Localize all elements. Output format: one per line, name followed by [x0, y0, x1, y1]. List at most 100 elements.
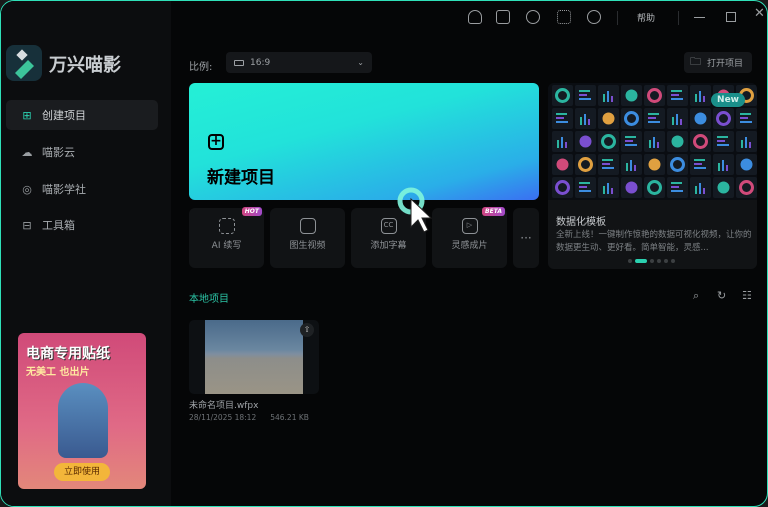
banner-subtitle: 无美工 也出片 — [26, 367, 90, 378]
view-toggle-icon[interactable]: ☷ — [742, 289, 752, 302]
tool-label: 灵感成片 — [451, 241, 488, 251]
template-thumb — [736, 131, 757, 152]
tool-image-to-video[interactable]: 图生视频 — [270, 208, 345, 268]
sidebar-item-create-project[interactable]: ⊞ 创建项目 — [6, 100, 158, 130]
template-thumb — [713, 131, 734, 152]
play-sparkle-icon: ▷ — [461, 218, 478, 234]
aspect-ratio-icon — [234, 59, 244, 66]
sidebar-item-toolbox[interactable]: ⊟ 工具箱 — [6, 210, 158, 240]
sidebar-item-academy[interactable]: ◎ 喵影学社 — [6, 174, 158, 204]
template-thumb — [667, 154, 688, 175]
open-project-button[interactable]: 🗀 打开项目 — [684, 52, 752, 73]
template-thumb — [598, 131, 619, 152]
cloud-upload-icon[interactable]: ⇧ — [300, 323, 314, 337]
template-thumb — [690, 108, 711, 129]
close-button[interactable]: ✕ — [754, 6, 765, 21]
template-description: 全新上线！一键制作惊艳的数据可视化视频，让你的数据更生动、更好看。简单智能，灵感… — [556, 230, 752, 253]
template-thumb — [552, 85, 573, 106]
template-thumb — [736, 154, 757, 175]
template-thumb — [552, 131, 573, 152]
hot-badge: HOT — [241, 207, 262, 216]
sidebar-item-label: 喵影学社 — [42, 183, 86, 196]
project-name[interactable]: 未命名项目.wfpx — [189, 398, 258, 411]
cloud-upload-icon[interactable] — [526, 10, 540, 24]
template-thumb — [713, 108, 734, 129]
new-file-icon: ⊞ — [22, 108, 32, 122]
template-thumb — [598, 154, 619, 175]
project-date: 28/11/2025 18:12 — [189, 413, 257, 422]
template-thumb — [598, 85, 619, 106]
image-icon — [299, 218, 316, 234]
headset-icon[interactable] — [587, 10, 601, 24]
app-name: 万兴喵影 — [49, 55, 121, 76]
refresh-icon[interactable]: ↻ — [717, 289, 726, 302]
carousel-dot[interactable] — [671, 259, 675, 263]
template-thumb — [598, 108, 619, 129]
carousel-dot[interactable] — [650, 259, 654, 263]
help-button[interactable]: 帮助 — [637, 11, 655, 24]
template-thumb — [713, 154, 734, 175]
template-thumb — [690, 131, 711, 152]
banner-illustration — [58, 383, 108, 458]
tool-label: AI 续写 — [211, 241, 242, 251]
tool-ai-continue[interactable]: HOT AI 续写 — [189, 207, 264, 268]
carousel-dot[interactable] — [664, 259, 668, 263]
new-project-card[interactable]: + 新建项目 — [189, 83, 539, 200]
app-window: 万兴喵影 ⊞ 创建项目 ☁ 喵影云 ◎ 喵影学社 ⊟ 工具箱 电商专用贴纸 无美工 也出… — [0, 0, 768, 507]
plus-icon: + — [208, 134, 224, 150]
template-thumb — [552, 108, 573, 129]
new-badge: New — [711, 93, 745, 107]
template-thumb — [575, 108, 596, 129]
beta-badge: BETA — [482, 207, 505, 216]
ratio-value: 16:9 — [250, 57, 271, 68]
template-thumb — [667, 177, 688, 198]
template-thumb — [621, 85, 642, 106]
carousel-dot[interactable] — [657, 259, 661, 263]
divider — [617, 11, 618, 25]
template-thumb — [690, 177, 711, 198]
divider — [678, 11, 679, 25]
ratio-dropdown[interactable]: 16:9 ⌄ — [226, 52, 372, 73]
project-meta: 28/11/2025 18:12 546.21 KB — [189, 413, 309, 422]
cloud-icon: ☁ — [21, 145, 33, 159]
carousel-dots[interactable] — [628, 259, 675, 263]
tool-inspiration[interactable]: BETA ▷ 灵感成片 — [432, 207, 507, 268]
more-icon: ··· — [520, 231, 532, 245]
project-thumbnail[interactable]: ⇧ — [189, 320, 319, 394]
apps-icon[interactable] — [557, 10, 571, 24]
template-thumb — [690, 85, 711, 106]
more-tools-button[interactable]: ··· — [513, 208, 539, 268]
template-thumb — [736, 177, 757, 198]
template-thumb — [552, 177, 573, 198]
search-icon[interactable]: ⌕ — [693, 289, 699, 303]
cc-icon: CC — [380, 218, 397, 234]
banner-use-now-button[interactable]: 立即使用 — [54, 463, 110, 481]
sidebar-item-cloud[interactable]: ☁ 喵影云 — [6, 137, 158, 167]
data-template-card[interactable]: New 数据化模板 全新上线！一键制作惊艳的数据可视化视频，让你的数据更生动、更… — [548, 83, 757, 269]
template-thumb — [552, 154, 573, 175]
task-icon[interactable] — [496, 10, 510, 24]
template-thumb — [644, 177, 665, 198]
project-preview-image — [205, 320, 303, 394]
template-thumb — [713, 177, 734, 198]
template-thumb — [644, 85, 665, 106]
mouse-cursor — [397, 187, 437, 241]
template-thumb — [644, 131, 665, 152]
folder-icon: 🗀 — [690, 55, 701, 68]
promo-banner[interactable]: 电商专用贴纸 无美工 也出片 立即使用 — [18, 333, 146, 489]
template-thumb — [667, 108, 688, 129]
sidebar: 万兴喵影 ⊞ 创建项目 ☁ 喵影云 ◎ 喵影学社 ⊟ 工具箱 电商专用贴纸 无美工 也出… — [1, 1, 171, 506]
carousel-dot[interactable] — [628, 259, 632, 263]
maximize-button[interactable] — [726, 12, 736, 22]
template-thumb — [644, 108, 665, 129]
template-title: 数据化模板 — [556, 217, 606, 228]
minimize-button[interactable] — [694, 17, 705, 19]
carousel-dot[interactable] — [635, 259, 647, 263]
template-thumb — [621, 154, 642, 175]
template-thumb — [690, 154, 711, 175]
lightbulb-icon: ◎ — [22, 182, 32, 196]
user-icon[interactable] — [468, 10, 482, 24]
template-thumb — [621, 131, 642, 152]
template-thumb — [736, 108, 757, 129]
template-thumb — [575, 154, 596, 175]
